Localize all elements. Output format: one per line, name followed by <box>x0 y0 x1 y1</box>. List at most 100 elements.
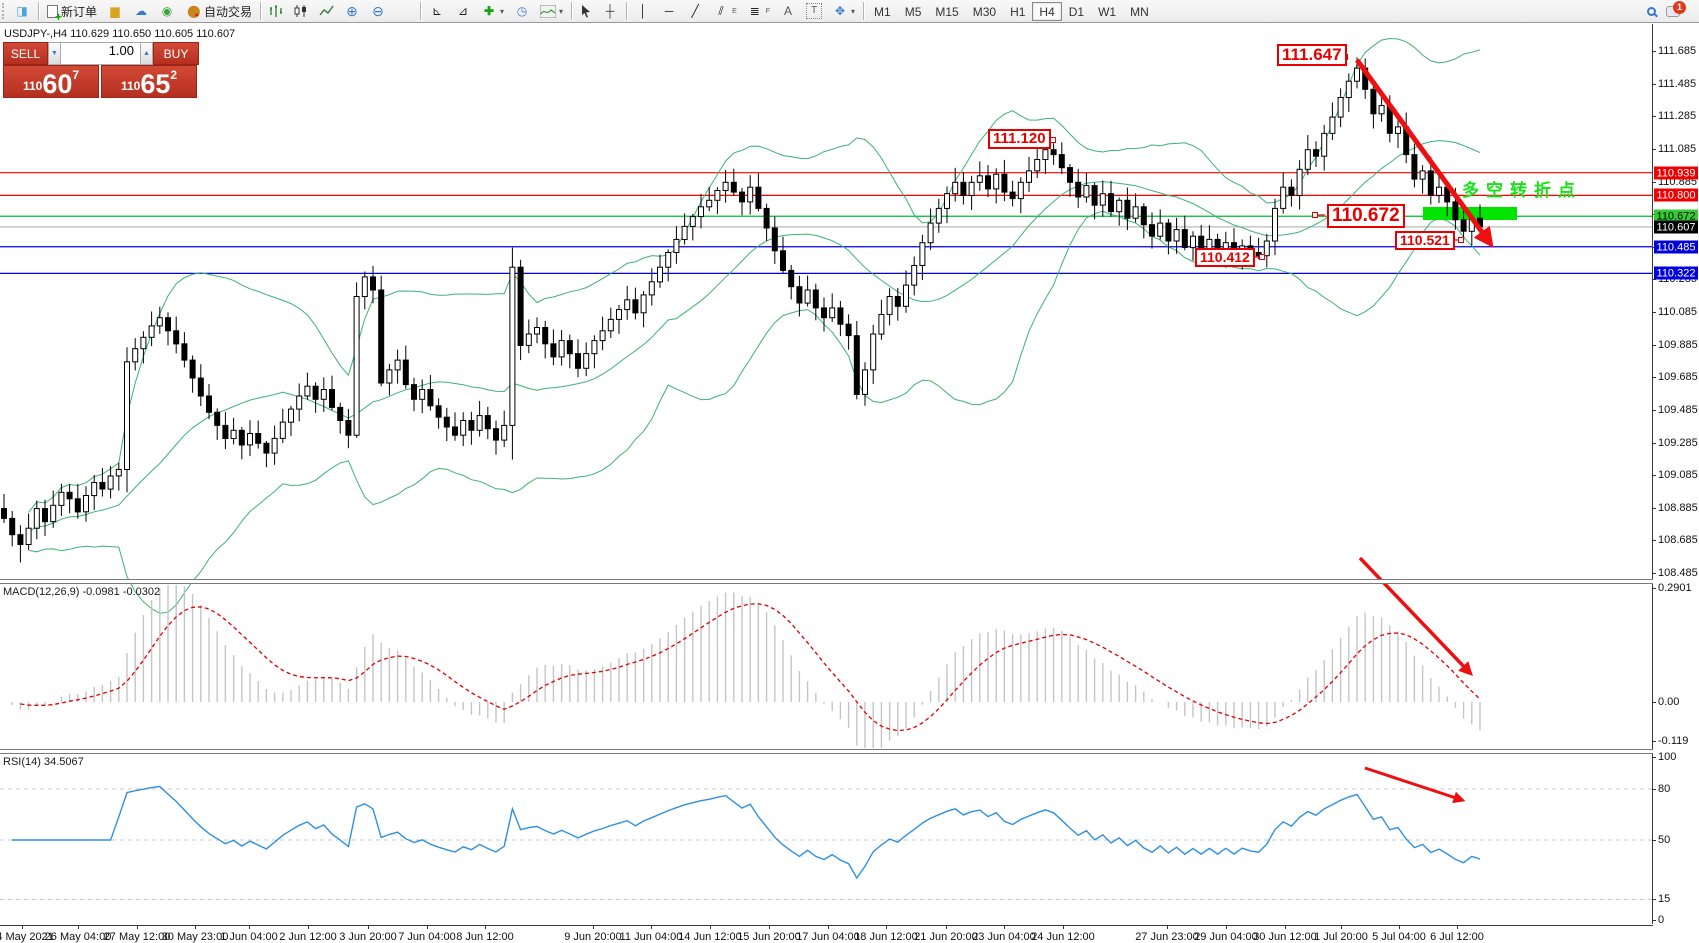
price-tick: 110.085 <box>1658 306 1697 318</box>
indicator-tick: 100 <box>1658 751 1676 763</box>
zoom-in-icon[interactable]: ⊕ <box>339 1 365 21</box>
metals-icon[interactable]: ▆ <box>102 1 128 21</box>
time-tick-label: 18 Jun 12:00 <box>854 931 918 943</box>
sell-price-button[interactable]: 110 60 7 <box>3 65 99 98</box>
time-tick-label: 2 Jun 12:00 <box>279 931 337 943</box>
text-icon[interactable]: A <box>775 1 801 21</box>
time-tick-label: 9 Jun 20:00 <box>564 931 622 943</box>
macd-panel-separator[interactable] <box>0 579 1653 584</box>
lot-size-input[interactable]: 1.00 <box>61 42 140 65</box>
fibonacci-icon[interactable]: ≣F <box>742 1 775 21</box>
equidistant-channel-icon[interactable]: ⫽E <box>708 1 742 21</box>
price-tick: 111.285 <box>1658 110 1696 122</box>
chart-forward-icon[interactable]: ⊾ <box>424 1 450 21</box>
chart-back-icon[interactable]: ⊿ <box>450 1 476 21</box>
vertical-line-icon[interactable]: │ <box>630 1 656 21</box>
notification-badge: 1 <box>1673 1 1686 14</box>
toolbar: ◨ 新订单 ▆ ☁ ◉ ⬤● 自动交易 ⊕ ⊖ ⊾ ⊿ ✚▾ ◷ ▾ ┼ │ ─… <box>0 0 1699 23</box>
new-order-label: 新订单 <box>61 3 97 20</box>
price-tick: 109.285 <box>1658 437 1698 449</box>
chat-icon[interactable]: 1 <box>1661 1 1685 21</box>
tile-windows-icon[interactable] <box>391 1 417 21</box>
rsi-panel-separator[interactable] <box>0 749 1653 754</box>
price-callout-label[interactable]: 110.412 <box>1195 248 1255 267</box>
timeframe-m15[interactable]: M15 <box>928 2 965 21</box>
timeframe-m1[interactable]: M1 <box>867 2 898 21</box>
time-tick-label: 26 May 04:00 <box>45 931 112 943</box>
price-tick: 111.485 <box>1658 78 1696 90</box>
autotrading-icon: ⬤● <box>185 3 201 19</box>
indicator-tick: 0 <box>1658 914 1664 926</box>
time-tick-label: 27 Jun 23:00 <box>1135 931 1199 943</box>
price-tick: 109.485 <box>1658 404 1698 416</box>
line-chart-icon[interactable] <box>314 1 339 21</box>
time-tick-label: 3 Jun 20:00 <box>339 931 397 943</box>
profile-icon[interactable]: ◨ <box>9 1 35 21</box>
search-icon[interactable] <box>1642 1 1661 21</box>
indicator-tick: 80 <box>1658 783 1670 795</box>
zoom-out-icon[interactable]: ⊖ <box>365 1 391 21</box>
time-tick-label: 15 Jun 20:00 <box>737 931 801 943</box>
time-tick-label: 1 Jun 04:00 <box>220 931 278 943</box>
timeframe-m5[interactable]: M5 <box>898 2 929 21</box>
timeframe-mn[interactable]: MN <box>1123 2 1156 21</box>
price-tick: 109.685 <box>1658 371 1698 383</box>
time-tick-label: 23 Jun 04:00 <box>972 931 1036 943</box>
horizontal-line-icon[interactable]: ─ <box>656 1 682 21</box>
new-order-icon <box>47 5 58 18</box>
buy-price-button[interactable]: 110 65 2 <box>101 65 197 98</box>
indicator-tick: 50 <box>1658 834 1670 846</box>
macd-indicator-label: MACD(12,26,9) -0.0981 -0.0302 <box>3 586 160 598</box>
timeframe-d1[interactable]: D1 <box>1062 2 1091 21</box>
candlestick-chart-icon[interactable] <box>289 1 314 21</box>
candlestick-plot[interactable] <box>0 24 1699 943</box>
lot-increase-button[interactable]: ▲ <box>140 42 153 65</box>
new-order-button[interactable]: 新订单 <box>42 1 102 21</box>
community-icon[interactable]: ☁ <box>128 1 154 21</box>
price-badge: 110.800 <box>1654 189 1698 202</box>
toolbar-grip <box>2 3 7 19</box>
time-tick-label: 21 Jun 20:00 <box>914 931 978 943</box>
price-badge: 110.322 <box>1654 267 1698 280</box>
add-object-icon[interactable]: ✚▾ <box>476 1 509 21</box>
time-tick-label: 8 Jun 12:00 <box>456 931 514 943</box>
timeframe-m30[interactable]: M30 <box>966 2 1003 21</box>
time-tick-label: 14 Jun 12:00 <box>678 931 742 943</box>
indicator-tick: 0.2901 <box>1658 582 1692 594</box>
timeframe-h4[interactable]: H4 <box>1032 2 1061 21</box>
price-tick: 108.485 <box>1658 567 1698 579</box>
clock-icon[interactable]: ◷ <box>509 1 535 21</box>
cursor-icon[interactable] <box>575 1 597 21</box>
time-tick-label: 5 Jul 04:00 <box>1372 931 1426 943</box>
price-badge: 110.485 <box>1654 241 1698 254</box>
time-tick-label: 6 Jul 12:00 <box>1430 931 1484 943</box>
timeframe-w1[interactable]: W1 <box>1091 2 1123 21</box>
price-tick: 111.085 <box>1658 143 1696 155</box>
signals-icon[interactable]: ◉ <box>154 1 180 21</box>
price-callout-label[interactable]: 110.521 <box>1395 231 1455 250</box>
bar-chart-icon[interactable] <box>264 1 289 21</box>
price-tick: 108.685 <box>1658 534 1698 546</box>
templates-icon[interactable]: ▾ <box>535 1 568 21</box>
time-tick-label: 30 May 23:00 <box>162 931 229 943</box>
text-label-icon[interactable]: T <box>801 1 827 21</box>
time-tick-label: 30 Jun 12:00 <box>1253 931 1317 943</box>
price-callout-label[interactable]: 111.647 <box>1277 44 1347 66</box>
price-badge: 110.939 <box>1654 167 1698 180</box>
lot-decrease-button[interactable]: ▼ <box>48 42 61 65</box>
arrow-styles-icon[interactable]: ✥▾ <box>827 1 860 21</box>
timeframe-h1[interactable]: H1 <box>1003 2 1032 21</box>
trendline-icon[interactable]: ╱ <box>682 1 708 21</box>
price-callout-label[interactable]: 111.120 <box>988 129 1051 149</box>
buy-button[interactable]: BUY <box>153 42 199 65</box>
turning-point-annotation[interactable]: 多空转折点 <box>1462 176 1582 201</box>
time-axis[interactable]: 24 May 202126 May 04:0027 May 12:0030 Ma… <box>0 925 1653 943</box>
one-click-trading-panel: SELL ▼ 1.00 ▲ BUY 110 60 7 110 65 2 <box>3 42 199 98</box>
sell-button[interactable]: SELL <box>3 42 48 65</box>
autotrading-label: 自动交易 <box>204 3 252 20</box>
price-callout-label[interactable]: 110.672 <box>1327 204 1405 228</box>
crosshair-icon[interactable]: ┼ <box>597 1 623 21</box>
autotrading-button[interactable]: ⬤● 自动交易 <box>180 1 257 21</box>
time-tick-label: 7 Jun 04:00 <box>398 931 456 943</box>
time-tick-label: 1 Jul 20:00 <box>1314 931 1368 943</box>
